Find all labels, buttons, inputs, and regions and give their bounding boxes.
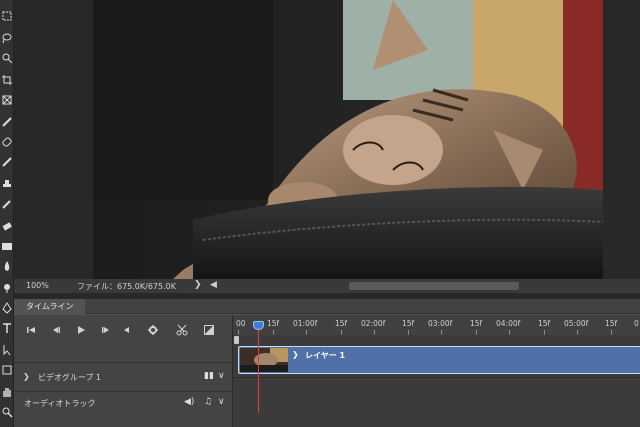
- dodge-tool-icon[interactable]: [1, 282, 13, 294]
- zoom-level[interactable]: 100%: [26, 281, 49, 290]
- healing-brush-icon[interactable]: [1, 136, 13, 148]
- ruler-label: 01:00f: [293, 319, 318, 328]
- eyedropper-tool-icon[interactable]: [1, 116, 13, 128]
- chevron-down-icon[interactable]: ∨: [218, 397, 225, 407]
- type-tool-icon[interactable]: [1, 322, 13, 334]
- video-group-name: ビデオグループ 1: [38, 373, 101, 382]
- play-icon[interactable]: [74, 324, 88, 338]
- ruler-label: 15f: [402, 319, 415, 328]
- clip-name: レイヤー 1: [305, 351, 346, 360]
- prev-frame-icon[interactable]: [49, 324, 63, 338]
- music-note-icon[interactable]: ♫: [204, 397, 212, 407]
- film-strip-icon[interactable]: ▮▮: [204, 371, 214, 381]
- timeline-tracks-area[interactable]: 00 15f 01:00f 15f 02:00f 15f 03:00f 15f …: [232, 315, 640, 427]
- work-area-bar[interactable]: [233, 336, 640, 344]
- quick-select-tool-icon[interactable]: [1, 52, 13, 64]
- ruler-label: 15f: [267, 319, 280, 328]
- status-bar: 100% ファイル：675.0K/675.0K ❯ ◀: [14, 279, 640, 293]
- blur-tool-icon[interactable]: [1, 260, 13, 272]
- ruler-label: 00: [236, 319, 246, 328]
- path-select-tool-icon[interactable]: [1, 344, 13, 356]
- expand-chevron-icon[interactable]: ❯: [23, 372, 30, 381]
- timeline-tab-bar: タイムライン: [14, 299, 640, 314]
- ruler-label: 15f: [470, 319, 483, 328]
- status-menu-arrow[interactable]: ❯: [194, 280, 202, 290]
- work-area-start-handle[interactable]: [234, 336, 239, 344]
- scissors-icon[interactable]: [175, 324, 189, 338]
- clip-thumbnail: [240, 348, 288, 372]
- gradient-tool-icon[interactable]: [1, 240, 13, 252]
- ruler-label: 15f: [605, 319, 618, 328]
- marquee-tool-icon[interactable]: [1, 10, 13, 22]
- clip-expand-chevron-icon[interactable]: ❯: [292, 350, 299, 359]
- time-ruler[interactable]: 00 15f 01:00f 15f 02:00f 15f 03:00f 15f …: [233, 315, 640, 335]
- crop-tool-icon[interactable]: [1, 74, 13, 86]
- lasso-tool-icon[interactable]: [1, 32, 13, 44]
- tab-timeline[interactable]: タイムライン: [14, 299, 86, 314]
- audio-track-lane[interactable]: [233, 377, 640, 399]
- playhead-handle[interactable]: [253, 321, 264, 330]
- playhead-line: [258, 329, 259, 413]
- ruler-label: 15f: [538, 319, 551, 328]
- speaker-icon[interactable]: [120, 324, 134, 338]
- shape-tool-icon[interactable]: [1, 364, 13, 376]
- ruler-label: 05:00f: [564, 319, 589, 328]
- transition-icon[interactable]: [202, 324, 216, 338]
- mute-speaker-icon[interactable]: ◀): [184, 397, 194, 407]
- video-group-track-header[interactable]: ❯ ビデオグループ 1 ▮▮ ∨: [14, 362, 232, 390]
- horizontal-scrollbar[interactable]: [349, 282, 519, 290]
- gear-icon[interactable]: [146, 324, 160, 338]
- zoom-tool-icon[interactable]: [1, 406, 13, 418]
- timeline-track-headers: ❯ ビデオグループ 1 ▮▮ ∨ オーディオトラック ◀) ♫ ∨: [14, 315, 232, 427]
- pen-tool-icon[interactable]: [1, 302, 13, 314]
- timeline-panel: タイムライン ❯ ビデオグループ 1 ▮▮ ∨ オーディオトラック ◀) ♫ ∨: [14, 299, 640, 427]
- history-brush-icon[interactable]: [1, 198, 13, 210]
- ruler-label: 04:00f: [496, 319, 521, 328]
- audio-track-name: オーディオトラック: [24, 399, 96, 408]
- frame-tool-icon[interactable]: [1, 94, 13, 106]
- stamp-tool-icon[interactable]: [1, 178, 13, 190]
- scroll-left-icon[interactable]: ◀: [210, 280, 217, 290]
- ruler-label: 15f: [335, 319, 348, 328]
- ruler-label: 02:00f: [361, 319, 386, 328]
- ruler-label: 0: [634, 319, 639, 328]
- brush-tool-icon[interactable]: [1, 156, 13, 168]
- file-size-info: ファイル：675.0K/675.0K: [77, 282, 176, 291]
- audio-track-header[interactable]: オーディオトラック ◀) ♫ ∨: [14, 391, 232, 413]
- hand-tool-icon[interactable]: [1, 386, 13, 398]
- eraser-tool-icon[interactable]: [1, 220, 13, 232]
- document-canvas[interactable]: [14, 0, 640, 279]
- video-clip-layer-1[interactable]: ❯ レイヤー 1: [238, 346, 640, 374]
- next-frame-icon[interactable]: [99, 324, 113, 338]
- first-frame-icon[interactable]: [24, 324, 38, 338]
- kitten-photo: [93, 0, 603, 279]
- chevron-down-icon[interactable]: ∨: [218, 371, 225, 381]
- ruler-label: 03:00f: [428, 319, 453, 328]
- playback-controls: [14, 315, 232, 347]
- tools-panel: [0, 0, 14, 427]
